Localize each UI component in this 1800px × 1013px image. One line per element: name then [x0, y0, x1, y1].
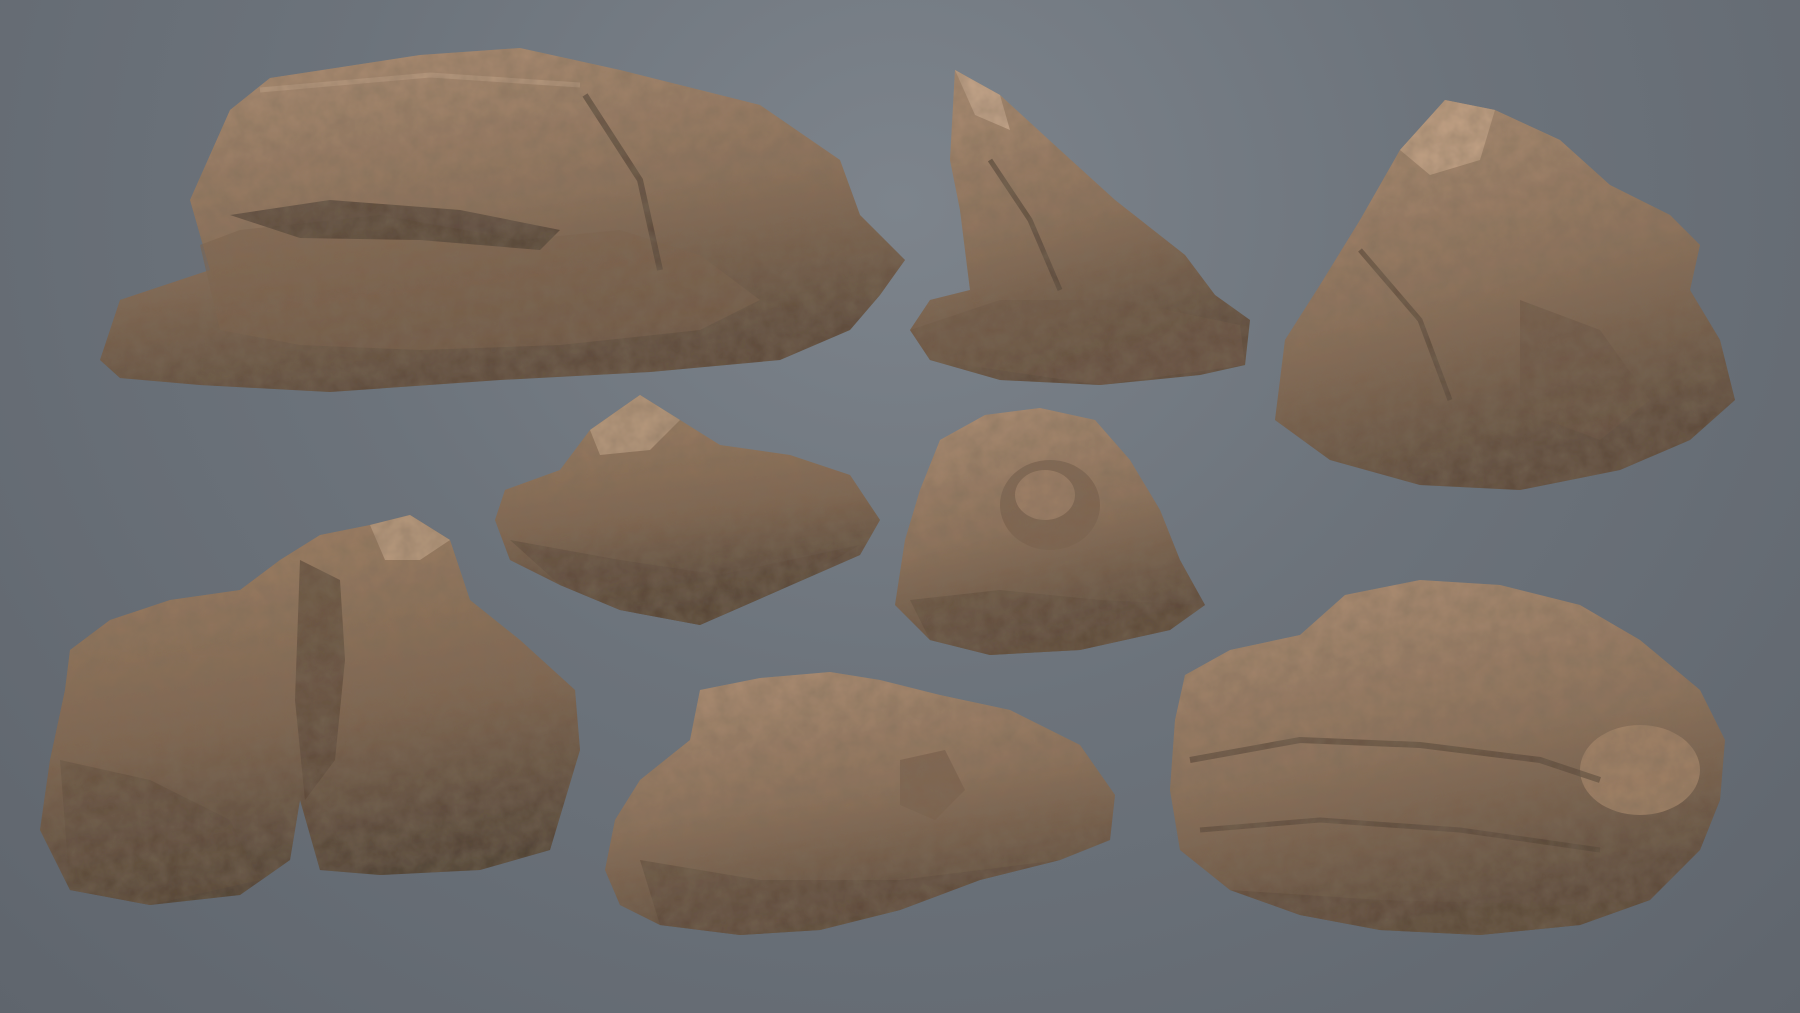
rock-low-slab-cluster — [495, 395, 880, 625]
rock-collection — [40, 48, 1735, 935]
rock-flat-rubble-pile — [605, 672, 1115, 935]
rock-blocky-cliff — [1275, 100, 1735, 490]
rock-asset-showcase — [0, 0, 1800, 1013]
rock-twin-pillar — [40, 515, 580, 905]
rock-layered-outcrop — [1170, 580, 1725, 935]
rock-leaning-spire — [910, 70, 1250, 385]
rock-large-flat-boulder — [100, 48, 905, 392]
rock-mound — [895, 408, 1205, 655]
